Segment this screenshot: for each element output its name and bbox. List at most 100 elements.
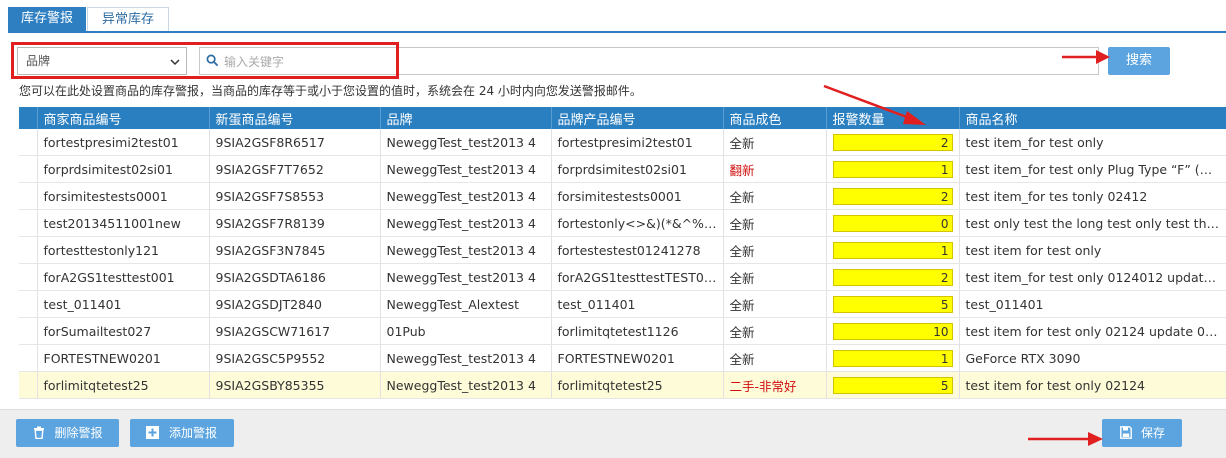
- table-row[interactable]: forprdsimitest02si01 9SIA2GSF7T7652 Newegg…: [19, 155, 1226, 183]
- field-select[interactable]: 品牌: [17, 47, 187, 75]
- cell-product-name: test item_for test only: [959, 129, 1226, 156]
- cell-newegg-sku: 9SIA2GSF7S8553: [209, 182, 381, 210]
- cell-product-name: test item_for test only 0124012 update01…: [959, 263, 1226, 291]
- cell-brand-part: fortestpresimi2test01: [551, 129, 724, 156]
- save-button[interactable]: 保存: [1102, 419, 1182, 447]
- search-button[interactable]: 搜索: [1108, 47, 1170, 75]
- keyword-box: [199, 47, 1099, 75]
- cell-alert-qty: 2: [826, 129, 960, 156]
- cell-seller-sku: forlimitqtetest25: [37, 371, 210, 399]
- cell-seller-sku: test_011401: [37, 290, 210, 318]
- cell-seller-sku: forSumailtest027: [37, 317, 210, 345]
- table-row[interactable]: forA2GS1testtest001 9SIA2GSDTA6186 NeweggT…: [19, 263, 1226, 291]
- cell-newegg-sku: 9SIA2GSF7R8139: [209, 209, 381, 237]
- row-selector[interactable]: [19, 236, 38, 264]
- alert-qty-input[interactable]: 0: [832, 214, 953, 232]
- column-header-condition[interactable]: 商品成色: [723, 107, 827, 129]
- save-label: 保存: [1140, 426, 1165, 440]
- cell-brand-part: forlimitqtetest25: [551, 371, 724, 399]
- cell-brand: NeweggTest_test2013 4: [380, 129, 552, 156]
- cell-brand-part: fortestestest01241278: [551, 236, 724, 264]
- table-row[interactable]: fortestpresimi2test01 9SIA2GSF8R6517 Neweg…: [19, 129, 1226, 156]
- cell-newegg-sku: 9SIA2GSF3N7845: [209, 236, 381, 264]
- row-selector[interactable]: [19, 182, 38, 210]
- cell-brand-part: forA2GS1testtestTEST00…: [551, 263, 724, 291]
- table-row[interactable]: test20134511001new 9SIA2GSF7R8139 NeweggTe…: [19, 209, 1226, 237]
- cell-seller-sku: forA2GS1testtest001: [37, 263, 210, 291]
- alert-qty-input[interactable]: 2: [832, 187, 953, 205]
- alert-qty-input[interactable]: 2: [832, 268, 953, 286]
- cell-seller-sku: forprdsimitest02si01: [37, 155, 210, 183]
- cell-product-name: test item for test only 02124: [959, 371, 1226, 399]
- add-alert-label: 添加警报: [168, 426, 217, 440]
- cell-brand: NeweggTest_test2013 4: [380, 209, 552, 237]
- row-selector[interactable]: [19, 290, 38, 318]
- alert-qty-input[interactable]: 2: [832, 133, 953, 151]
- cell-product-name: test only test the long test only test t…: [959, 209, 1226, 237]
- row-selector[interactable]: [19, 263, 38, 291]
- table-row[interactable]: FORTESTNEW0201 9SIA2GSC5P9552 NeweggTest_t…: [19, 344, 1226, 372]
- plus-icon: [146, 426, 159, 439]
- alert-qty-input[interactable]: 1: [832, 241, 953, 259]
- cell-condition: 全新: [723, 317, 827, 345]
- cell-alert-qty: 5: [826, 290, 960, 318]
- cell-brand: NeweggTest_test2013 4: [380, 371, 552, 399]
- delete-alert-label: 删除警报: [54, 426, 103, 440]
- delete-alert-button[interactable]: 删除警报: [16, 419, 119, 447]
- cell-alert-qty: 1: [826, 155, 960, 183]
- cell-condition: 翻新: [723, 155, 827, 183]
- cell-product-name: test item_for test only Plug Type “F” (N…: [959, 155, 1226, 183]
- table-row[interactable]: forSumailtest027 9SIA2GSCW71617 01Pub forli…: [19, 317, 1226, 345]
- cell-alert-qty: 10: [826, 317, 960, 345]
- cell-alert-qty: 1: [826, 236, 960, 264]
- row-selector[interactable]: [19, 317, 38, 345]
- search-icon: [206, 54, 219, 67]
- table-row[interactable]: forsimitestests0001 9SIA2GSF7S8553 NeweggT…: [19, 182, 1226, 210]
- cell-brand-part: FORTESTNEW0201: [551, 344, 724, 372]
- cell-brand: NeweggTest_test2013 4: [380, 155, 552, 183]
- row-selector[interactable]: [19, 155, 38, 183]
- column-header-newegg-sku[interactable]: 新蛋商品编号: [209, 107, 381, 129]
- row-selector[interactable]: [19, 371, 38, 399]
- column-header-seller-sku[interactable]: 商家商品编号: [37, 107, 210, 129]
- add-alert-button[interactable]: 添加警报: [130, 419, 234, 447]
- cell-brand-part: forlimitqtetest1126: [551, 317, 724, 345]
- tab-stock-alert[interactable]: 库存警报: [8, 7, 86, 31]
- table-header: 商家商品编号 新蛋商品编号 品牌 品牌产品编号 商品成色 报警数量 商品名称: [19, 107, 1226, 129]
- cell-newegg-sku: 9SIA2GSF8R6517: [209, 129, 381, 156]
- alert-qty-input[interactable]: 1: [832, 160, 953, 178]
- trash-icon: [34, 426, 44, 439]
- table-row[interactable]: forlimitqtetest25 9SIA2GSBY85355 NeweggTes…: [19, 371, 1226, 399]
- row-selector[interactable]: [19, 129, 38, 156]
- cell-seller-sku: test20134511001new: [37, 209, 210, 237]
- table-row[interactable]: fortesttestonly121 9SIA2GSF3N7845 NeweggTe…: [19, 236, 1226, 264]
- cell-newegg-sku: 9SIA2GSF7T7652: [209, 155, 381, 183]
- cell-seller-sku: fortesttestonly121: [37, 236, 210, 264]
- cell-brand: NeweggTest_Alextest: [380, 290, 552, 318]
- row-selector[interactable]: [19, 209, 38, 237]
- column-header-brand-part[interactable]: 品牌产品编号: [551, 107, 724, 129]
- alert-qty-input[interactable]: 5: [832, 295, 953, 313]
- alert-qty-input[interactable]: 5: [832, 376, 953, 394]
- cell-product-name: test item for test only 02124 update 006: [959, 317, 1226, 345]
- column-header-brand[interactable]: 品牌: [380, 107, 552, 129]
- alert-qty-input[interactable]: 1: [832, 349, 953, 367]
- cell-brand-part: test_011401: [551, 290, 724, 318]
- stock-alert-table: 商家商品编号 新蛋商品编号 品牌 品牌产品编号 商品成色 报警数量 商品名称 f…: [19, 107, 1226, 399]
- cell-condition: 全新: [723, 263, 827, 291]
- cell-product-name: GeForce RTX 3090: [959, 344, 1226, 372]
- column-header-product-name[interactable]: 商品名称: [959, 107, 1226, 129]
- column-header-alert-qty[interactable]: 报警数量: [826, 107, 960, 129]
- cell-seller-sku: fortestpresimi2test01: [37, 129, 210, 156]
- tab-abnormal-stock[interactable]: 异常库存: [87, 7, 169, 31]
- alert-qty-input[interactable]: 10: [832, 322, 953, 340]
- footer-bar: 删除警报 添加警报 保存: [0, 409, 1226, 458]
- row-selector[interactable]: [19, 344, 38, 372]
- cell-alert-qty: 5: [826, 371, 960, 399]
- cell-brand: NeweggTest_test2013 4: [380, 236, 552, 264]
- cell-alert-qty: 2: [826, 263, 960, 291]
- tab-bar: 库存警报 异常库存: [8, 7, 1226, 33]
- keyword-input[interactable]: [222, 49, 1086, 75]
- table-row[interactable]: test_011401 9SIA2GSDJT2840 NeweggTest_Alex…: [19, 290, 1226, 318]
- cell-brand: NeweggTest_test2013 4: [380, 182, 552, 210]
